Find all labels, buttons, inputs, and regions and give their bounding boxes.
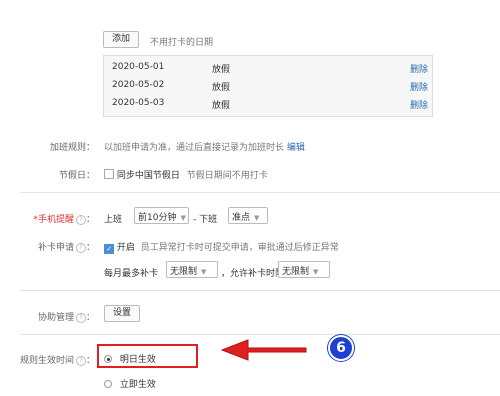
holiday-hint: 不用打卡的日期 <box>150 38 214 48</box>
overtime-label: 加班规则： <box>49 143 95 153</box>
effective-label: 规则生效时间?： <box>5 353 95 366</box>
divider <box>20 192 500 193</box>
on-duty-select-value: 前10分钟 <box>138 213 177 223</box>
assist-label: 协助管理?： <box>5 310 95 323</box>
radio-button[interactable] <box>104 355 112 363</box>
overtime-rule: 以加班申请为准，通过后直接记录为加班时长 编辑 <box>104 140 305 153</box>
delete-link[interactable]: 删除 <box>410 62 428 75</box>
holiday-type: 放假 <box>212 101 231 111</box>
makeup-label-text: 补卡申请 <box>37 243 74 253</box>
makeup-desc: 员工异常打卡时可提交申请，审批通过后修正异常 <box>140 243 339 253</box>
holiday-list: 2020-05-01 放假 删除 2020-05-02 放假 删除 2020-0… <box>103 55 433 117</box>
makeup-label: 补卡申请?： <box>5 240 95 253</box>
chevron-down-icon: ▼ <box>254 214 260 222</box>
help-icon[interactable]: ? <box>75 215 86 225</box>
off-duty-select[interactable]: 准点 ▼ <box>228 207 268 224</box>
holiday-type: 放假 <box>212 65 231 75</box>
holiday-date: 2020-05-02 <box>112 80 165 90</box>
assist-label-text: 协助管理 <box>37 313 74 323</box>
help-icon[interactable]: ? <box>75 356 86 366</box>
monthly-select[interactable]: 无限制 ▼ <box>166 261 218 278</box>
holiday-date: 2020-05-01 <box>112 62 165 72</box>
help-icon[interactable]: ? <box>75 313 86 323</box>
divider <box>20 290 500 291</box>
makeup-enable-label: 开启 <box>116 243 135 253</box>
radio-tomorrow-label: 明日生效 <box>119 355 156 365</box>
days-select[interactable]: 无限制 ▼ <box>278 261 330 278</box>
table-row: 2020-05-01 放假 删除 <box>112 59 430 76</box>
makeup-row: ✓ 开启 员工异常打卡时可提交申请，审批通过后修正异常 <box>104 240 339 254</box>
effective-label-text: 规则生效时间 <box>19 356 74 366</box>
reminder-label-text: *手机提醒 <box>33 215 74 225</box>
monthly-select-value: 无限制 <box>170 267 198 277</box>
chevron-down-icon: ▼ <box>201 268 207 276</box>
holiday-date: 2020-05-03 <box>112 98 165 108</box>
reminder-colon: ： <box>85 215 95 225</box>
off-duty-select-value: 准点 <box>232 213 251 223</box>
sync-holiday-checkbox[interactable] <box>104 169 114 179</box>
effective-colon: ： <box>85 356 95 366</box>
add-holiday-button[interactable]: 添加 <box>103 31 139 48</box>
overtime-text: 以加班申请为准，通过后直接记录为加班时长 <box>104 143 285 153</box>
on-duty-label: 上班 <box>104 215 123 225</box>
festival-row: 同步中国节假日 节假日期间不用打卡 <box>104 168 268 181</box>
assist-settings-button[interactable]: 设置 <box>104 305 140 322</box>
help-icon[interactable]: ? <box>75 243 86 253</box>
reminder-separator: - 下班 <box>193 215 218 225</box>
table-row: 2020-05-02 放假 删除 <box>112 77 430 94</box>
radio-tomorrow[interactable]: 明日生效 <box>104 352 156 365</box>
monthly-label: 每月最多补卡 <box>104 269 159 279</box>
step-badge: 6 <box>328 335 354 361</box>
delete-link[interactable]: 删除 <box>410 98 428 111</box>
chevron-down-icon: ▼ <box>313 268 319 276</box>
radio-immediate[interactable]: 立即生效 <box>104 377 156 390</box>
annotation-arrow <box>220 339 307 361</box>
makeup-enable-checkbox[interactable]: ✓ <box>104 244 114 254</box>
delete-link[interactable]: 删除 <box>410 80 428 93</box>
radio-button[interactable] <box>104 380 112 388</box>
table-row: 2020-05-03 放假 删除 <box>112 95 430 112</box>
festival-hint: 节假日期间不用打卡 <box>186 171 268 181</box>
makeup-colon: ： <box>85 243 95 253</box>
festival-label: 节假日： <box>58 171 95 181</box>
chevron-down-icon: ▼ <box>180 214 186 222</box>
assist-colon: ： <box>85 313 95 323</box>
days-select-value: 无限制 <box>282 267 310 277</box>
sync-holiday-label: 同步中国节假日 <box>116 171 180 181</box>
holiday-type: 放假 <box>212 83 231 93</box>
overtime-edit-link[interactable]: 编辑 <box>287 143 305 153</box>
on-duty-select[interactable]: 前10分钟 ▼ <box>134 207 189 224</box>
reminder-label: *手机提醒?： <box>5 212 95 225</box>
step-number: 6 <box>336 340 346 356</box>
radio-immediate-label: 立即生效 <box>119 380 156 390</box>
